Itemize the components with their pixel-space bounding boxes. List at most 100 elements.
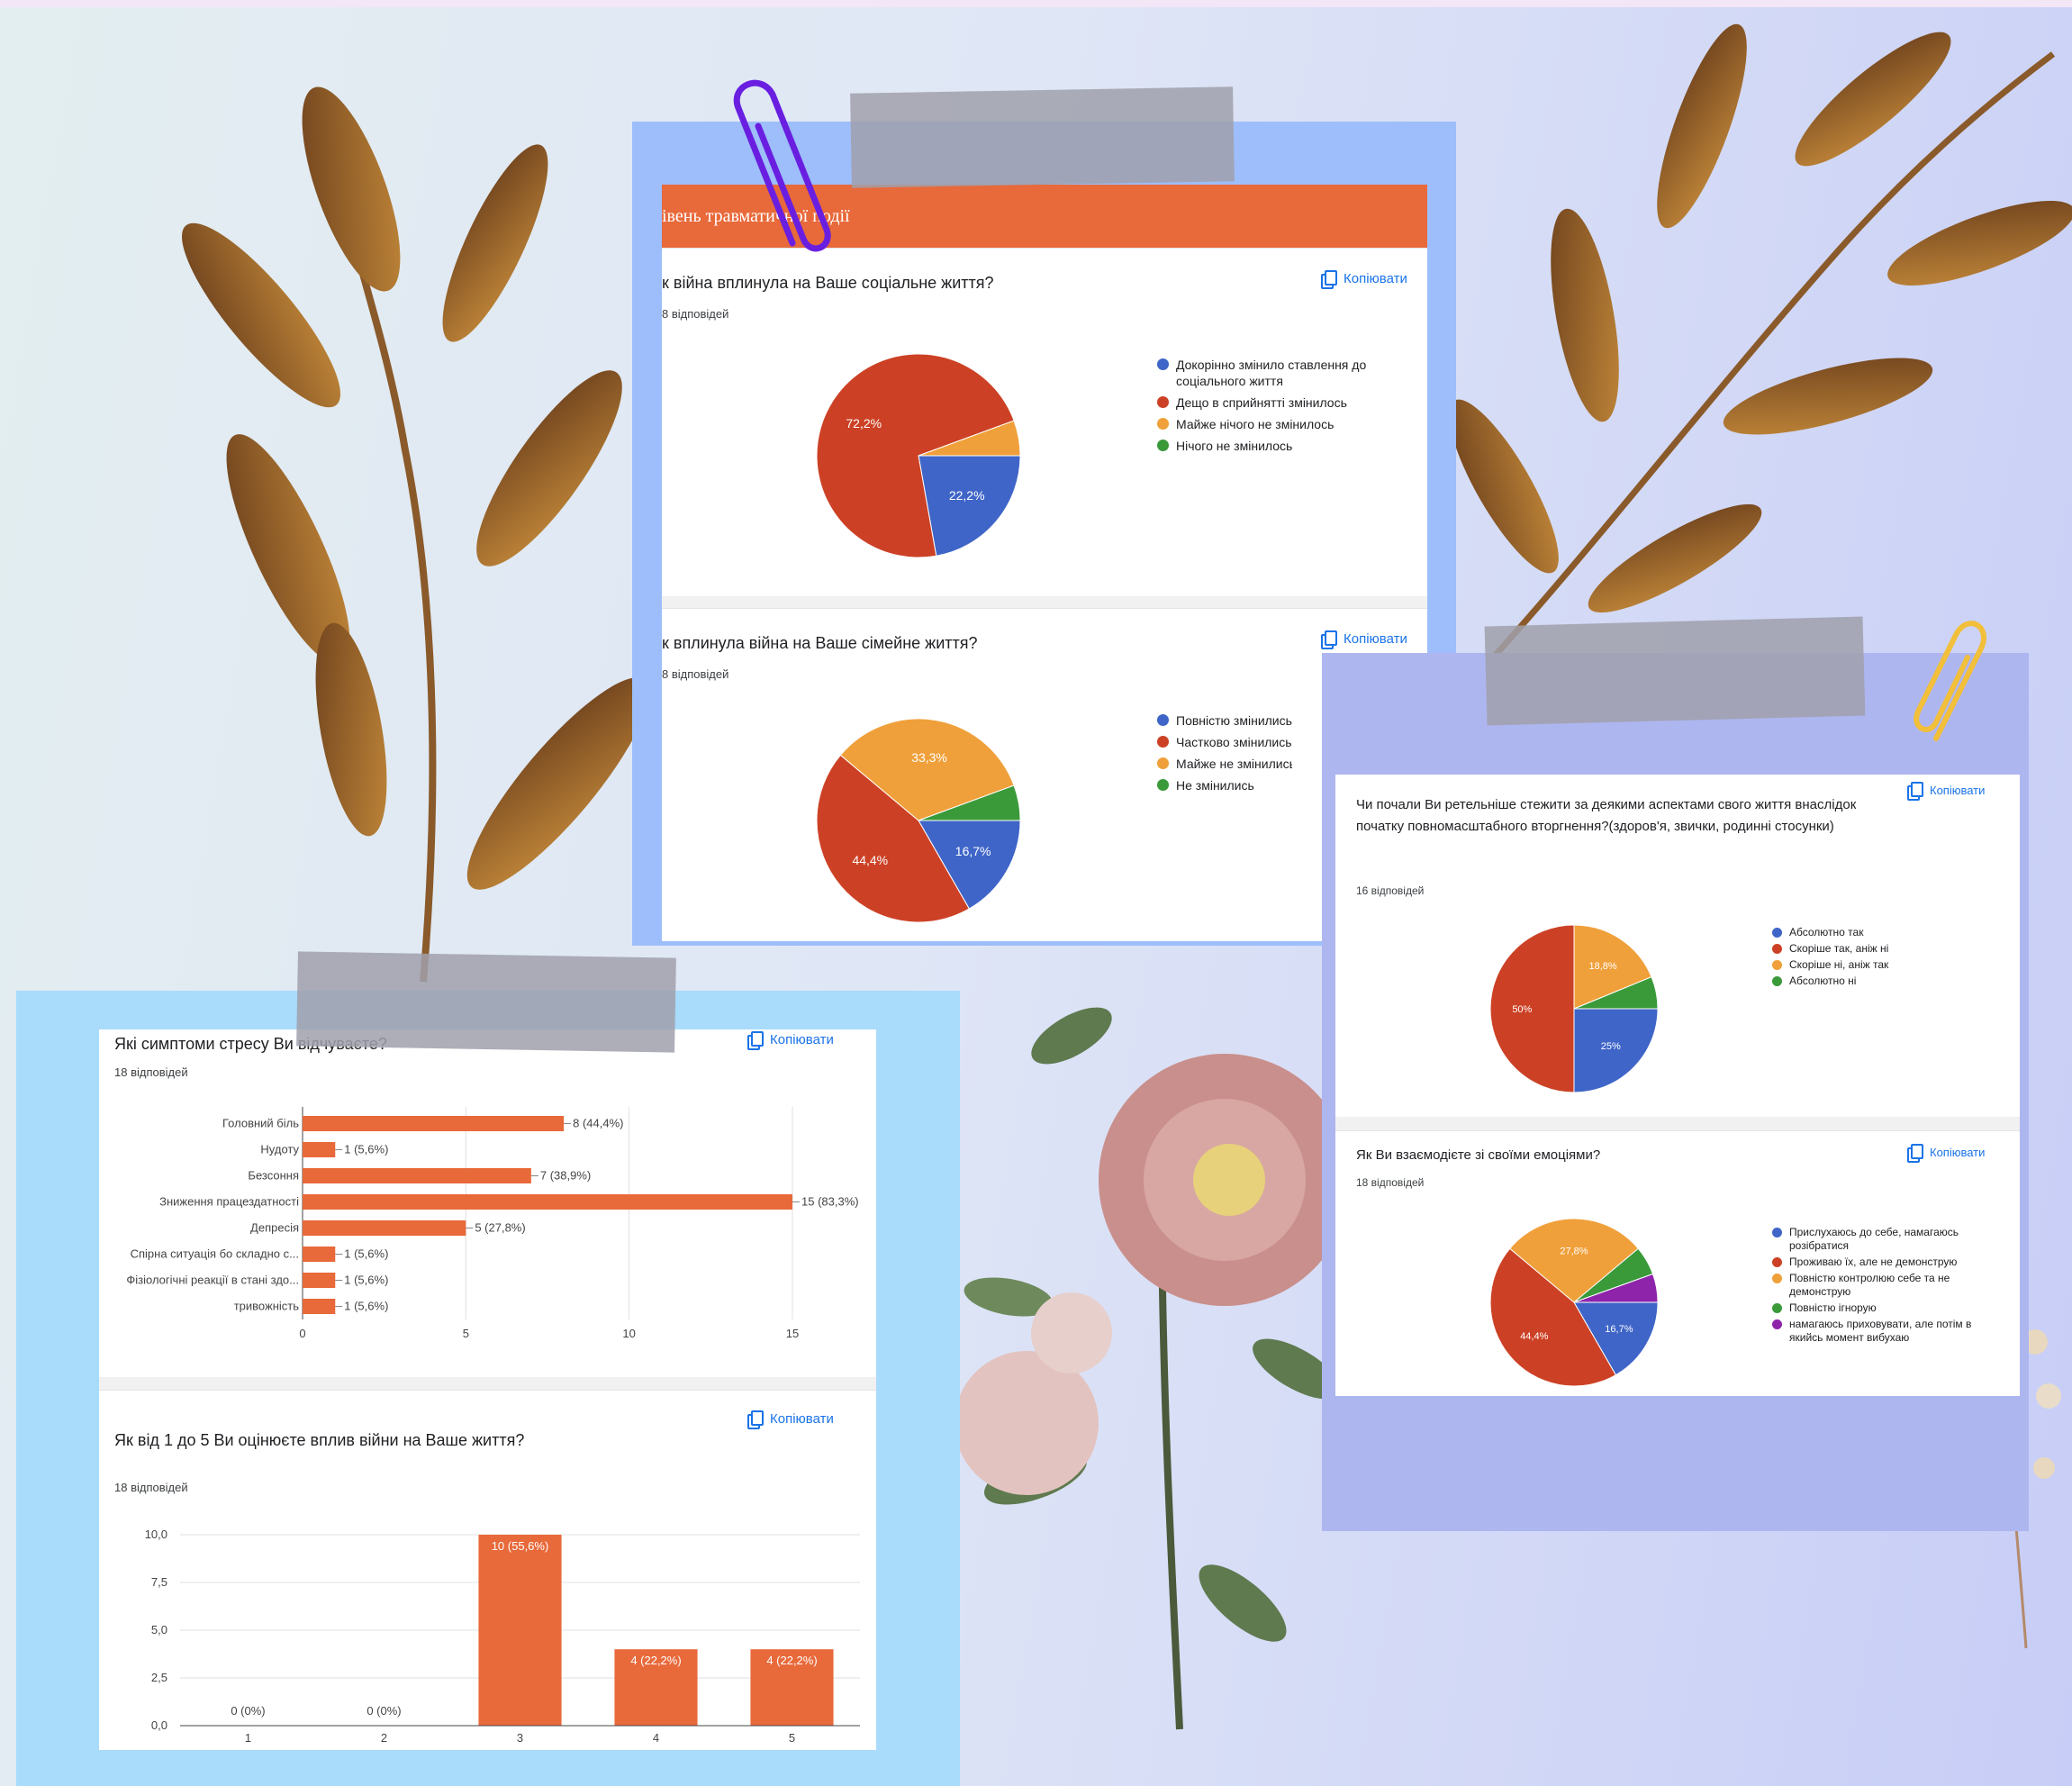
bar [303, 1273, 336, 1288]
y-tick-label: 0,0 [151, 1718, 167, 1732]
copy-label: Копіювати [1344, 630, 1407, 647]
copy-label: Копіювати [770, 1031, 834, 1047]
bar-value-label: 1 (5,6%) [344, 1274, 388, 1287]
legend-item: Проживаю їх, але не демонструю [1772, 1256, 1988, 1269]
legend-swatch [1772, 944, 1782, 954]
x-tick-label: 10 [622, 1327, 635, 1340]
copy-icon [1907, 1144, 1923, 1163]
leaf-branch-left-decoration [182, 86, 639, 983]
left-form-panel: Які симптоми стресу Ви відчуваєте? 18 ві… [99, 1029, 876, 1750]
copy-button[interactable]: Копіювати [1321, 630, 1407, 649]
copy-icon [747, 1031, 764, 1050]
bar [478, 1535, 562, 1726]
legend-label: Нічого не змінилось [1176, 439, 1293, 453]
question-title: Чи почали Ви ретельніше стежити за деяки… [1356, 797, 1857, 834]
legend: Повністю змінились сім Частково змінились… [1157, 712, 1292, 799]
legend-swatch [1772, 960, 1782, 970]
copy-label: Копіювати [1930, 1145, 1986, 1159]
legend-item: Скоріше ні, аніж так [1772, 958, 1988, 972]
bar [303, 1168, 531, 1183]
legend-swatch [1157, 396, 1169, 408]
legend-item: намагаюсь приховувати, але потім в якийс… [1772, 1318, 1988, 1345]
copy-button[interactable]: Копіювати [747, 1031, 834, 1050]
y-tick-label: 10,0 [145, 1528, 167, 1541]
legend-swatch [1772, 1303, 1782, 1313]
bar [303, 1194, 792, 1210]
question-title: Як від 1 до 5 Ви оцінюєте вплив війни на… [114, 1431, 525, 1449]
vertical-bar-chart-impact: 0,0 2,5 5,0 7,5 10,0 0 (0%) 1 0 (0%) 2 10 (55,6%)… [145, 1528, 860, 1745]
pie-slice-label: 18,8% [1589, 961, 1617, 972]
pie-slice-label: 16,7% [955, 844, 991, 858]
legend-label: Абсолютно ні [1789, 975, 1857, 987]
bar-value-label: 8 (44,4%) [573, 1117, 623, 1130]
y-tick-label: 7,5 [151, 1575, 167, 1589]
x-tick-label: 5 [789, 1731, 795, 1745]
pie-slice-label: 25% [1601, 1041, 1621, 1052]
legend-item: Майже нічого не змінилось [1157, 416, 1391, 432]
pie-slice-label: 33,3% [911, 750, 947, 765]
response-count: 18 відповідей [114, 1481, 188, 1494]
copy-button[interactable]: Копіювати [1907, 782, 1985, 801]
legend-swatch [1157, 358, 1169, 370]
legend-item: Абсолютно так [1772, 926, 1988, 939]
pie-chart-social: 22,2% 72,2% [816, 353, 1021, 558]
legend-label: Повністю ігнорую [1789, 1301, 1877, 1314]
legend-swatch [1157, 418, 1169, 430]
legend-swatch [1772, 1274, 1782, 1283]
bar-value-label: 15 (83,3%) [801, 1195, 859, 1209]
pie-slice-label: 72,2% [846, 416, 882, 431]
bar-value-label: 1 (5,6%) [344, 1300, 388, 1313]
legend-swatch [1772, 1228, 1782, 1238]
pie-slice [1489, 924, 1575, 1093]
x-tick-label: 1 [245, 1731, 251, 1745]
legend-label: Частково змінились сім [1176, 735, 1292, 749]
legend: Абсолютно так Скоріше так, аніж ні Скоріше… [1772, 926, 1988, 991]
legend-item: Абсолютно ні [1772, 975, 1988, 988]
pie-slice-label: 44,4% [852, 853, 888, 867]
tape-decoration [296, 951, 676, 1053]
bar-value-label: 10 (55,6%) [492, 1539, 549, 1553]
bar-value-label: 4 (22,2%) [630, 1654, 681, 1667]
legend-swatch [1772, 976, 1782, 986]
question-card-social: к війна вплинула на Ваше соціальне життя… [662, 248, 1427, 596]
bar-value-label: 7 (38,9%) [540, 1169, 591, 1183]
legend-label: Дещо в сприйнятті змінилось [1176, 395, 1347, 410]
bar-value-label: 1 (5,6%) [344, 1143, 388, 1156]
pie-slice-label: 22,2% [949, 488, 985, 503]
legend-item: Повністю контролюю себе та не демонструю [1772, 1272, 1988, 1299]
leaf-branch-right-decoration [1449, 23, 2072, 678]
category-label: Депресія [250, 1221, 299, 1235]
legend-label: намагаюсь приховувати, але потім в якийс… [1789, 1318, 1972, 1344]
legend-swatch [1157, 779, 1169, 791]
copy-button[interactable]: Копіювати [1907, 1144, 1986, 1163]
legend-label: Докорінно змінило ставлення до соціально… [1176, 358, 1367, 388]
legend-item: Повністю змінились сім [1157, 712, 1292, 729]
legend-label: Майже нічого не змінилось [1176, 417, 1335, 431]
bar-value-label: 5 (27,8%) [475, 1221, 525, 1235]
bar-value-label: 4 (22,2%) [766, 1654, 817, 1667]
category-label: Головний біль [222, 1117, 299, 1130]
response-count: 8 відповідей [662, 307, 729, 321]
response-count: 16 відповідей [1356, 884, 1425, 897]
legend-swatch [1772, 928, 1782, 938]
legend-label: Майже не змінились сім [1176, 757, 1292, 771]
legend-item: Нічого не змінилось [1157, 438, 1391, 454]
copy-label: Копіювати [770, 1410, 834, 1427]
x-tick-label: 5 [463, 1327, 469, 1340]
category-label: тривожність [234, 1300, 300, 1313]
response-count: 18 відповідей [1356, 1176, 1425, 1189]
legend-label: Не змінились [1176, 778, 1254, 793]
y-tick-label: 2,5 [151, 1671, 167, 1684]
legend-item: Докорінно змінило ставлення до соціально… [1157, 357, 1391, 389]
legend-swatch [1157, 714, 1169, 726]
top-strip [0, 0, 2072, 7]
legend-swatch [1772, 1319, 1782, 1329]
legend-swatch [1157, 736, 1169, 748]
copy-button[interactable]: Копіювати [747, 1410, 834, 1429]
copy-button[interactable]: Копіювати [1321, 270, 1407, 289]
pie-slice-label: 27,8% [1560, 1246, 1588, 1256]
bar [303, 1220, 466, 1236]
pie-chart-family: 16,7% 44,4% 33,3% [816, 718, 1021, 923]
pie-slice-label: 44,4% [1520, 1331, 1548, 1342]
legend-item: Дещо в сприйнятті змінилось [1157, 394, 1391, 411]
